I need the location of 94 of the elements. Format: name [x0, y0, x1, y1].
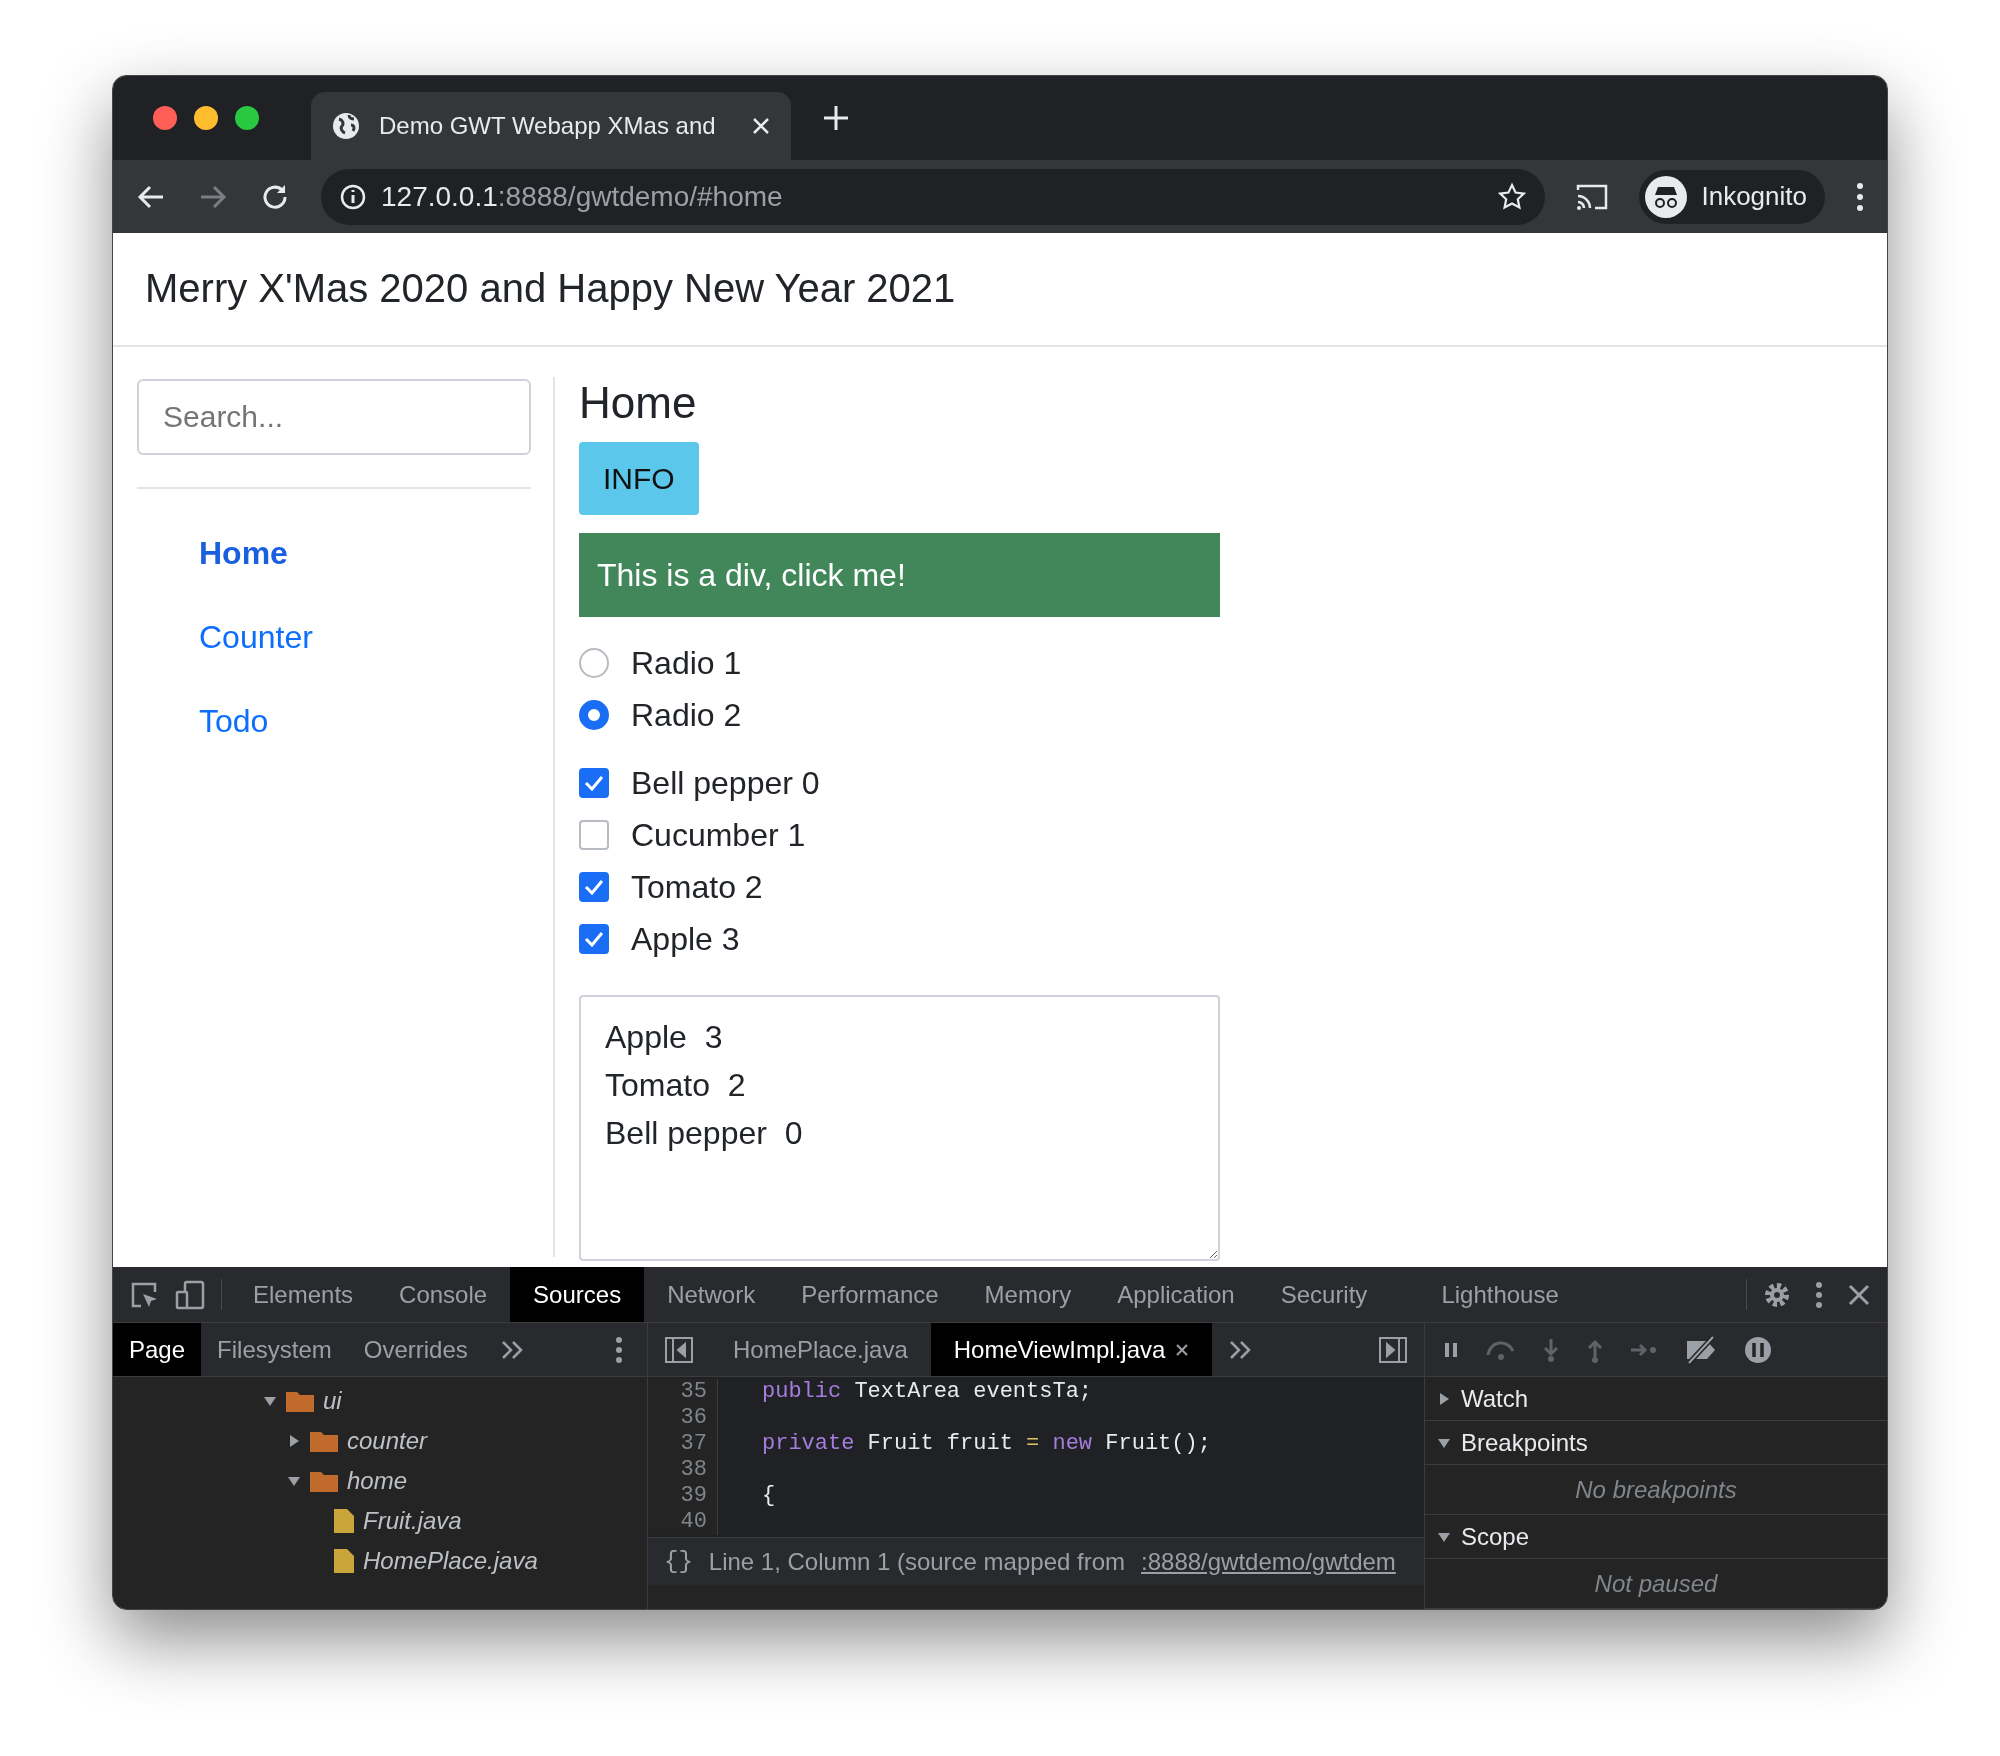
- editor-tab[interactable]: HomePlace.java: [710, 1323, 931, 1376]
- maximize-window-icon[interactable]: [235, 106, 259, 130]
- devtools-tab[interactable]: Application: [1094, 1267, 1258, 1322]
- browser-tab[interactable]: Demo GWT Webapp XMas and: [311, 92, 791, 160]
- line-number: 35: [648, 1379, 718, 1405]
- code-line: public TextArea eventsTa;: [761, 1379, 1093, 1405]
- line-number: 40: [648, 1509, 718, 1535]
- url-text: 127.0.0.1:8888/gwtdemo/#home: [381, 179, 784, 214]
- devtools-tab[interactable]: Elements: [230, 1267, 377, 1322]
- navigator-tab[interactable]: Filesystem: [201, 1323, 348, 1376]
- devtools-tab[interactable]: Performance: [778, 1267, 962, 1322]
- folder-icon: [309, 1469, 339, 1493]
- line-number: 39: [648, 1483, 718, 1509]
- folder-icon: [285, 1389, 315, 1413]
- folder-icon: [309, 1429, 339, 1453]
- nav-link[interactable]: Todo: [137, 679, 553, 763]
- code-line: private Fruit fruit = new Fruit();: [761, 1431, 1211, 1457]
- devtools-tab[interactable]: Console: [376, 1267, 511, 1322]
- close-icon[interactable]: [1175, 1342, 1190, 1357]
- minimize-window-icon[interactable]: [194, 106, 218, 130]
- close-icon[interactable]: [1847, 1282, 1871, 1307]
- checkbox[interactable]: [579, 871, 609, 902]
- checkbox-label: Bell pepper 0: [631, 763, 820, 803]
- radio-label: Radio 1: [631, 643, 742, 683]
- tree-item[interactable]: Fruit.java: [363, 1503, 462, 1539]
- incognito-icon: [1645, 175, 1688, 218]
- file-icon: [333, 1508, 355, 1534]
- pause-on-exceptions-icon[interactable]: [1743, 1334, 1773, 1365]
- globe-icon: [331, 111, 361, 141]
- tree-item[interactable]: ui: [323, 1383, 342, 1419]
- info-button[interactable]: INFO: [579, 441, 699, 515]
- tree-item[interactable]: counter: [347, 1423, 428, 1459]
- page-heading: Home: [579, 377, 698, 429]
- info-icon[interactable]: [339, 182, 367, 211]
- sidebar-section-header[interactable]: Breakpoints: [1425, 1421, 1887, 1465]
- line-number: 38: [648, 1457, 718, 1483]
- devtools-tab[interactable]: Security: [1257, 1267, 1391, 1322]
- step-into-icon[interactable]: [1541, 1336, 1561, 1363]
- radio-label: Radio 2: [631, 695, 742, 735]
- empty-state-text: No breakpoints: [1425, 1465, 1887, 1515]
- navigator-tab[interactable]: Overrides: [347, 1323, 484, 1376]
- checkbox[interactable]: [579, 819, 609, 850]
- navigator-tab[interactable]: Page: [113, 1323, 202, 1376]
- collapsed-triangle-icon[interactable]: [1437, 1391, 1451, 1406]
- tab-title: Demo GWT Webapp XMas and: [379, 111, 717, 141]
- toggle-navigator-icon[interactable]: [664, 1335, 694, 1364]
- expanded-triangle-icon[interactable]: [287, 1474, 301, 1488]
- checkbox-label: Tomato 2: [631, 867, 763, 907]
- status-text: Line 1, Column 1 (source mapped from: [708, 1546, 1125, 1577]
- sidebar-section-header[interactable]: Watch: [1425, 1377, 1887, 1421]
- checkbox-label: Cucumber 1: [631, 815, 806, 855]
- line-number: 36: [648, 1405, 718, 1431]
- devtools-tab[interactable]: Memory: [961, 1267, 1095, 1322]
- search-field[interactable]: Search...: [137, 379, 531, 455]
- expanded-triangle-icon[interactable]: [263, 1394, 277, 1408]
- profile-button[interactable]: Inkognito: [1639, 169, 1825, 224]
- code-line: {: [761, 1483, 776, 1509]
- file-icon: [333, 1548, 355, 1574]
- checkmark-icon: [584, 930, 604, 947]
- address-bar[interactable]: 127.0.0.1:8888/gwtdemo/#home: [321, 168, 1546, 225]
- radio-button[interactable]: [579, 647, 609, 678]
- star-icon[interactable]: [1497, 181, 1528, 212]
- checkbox[interactable]: [579, 767, 609, 798]
- checkbox-label: Apple 3: [631, 919, 740, 959]
- collapsed-triangle-icon[interactable]: [287, 1434, 301, 1448]
- nav-link[interactable]: Home: [137, 511, 553, 595]
- radio-button[interactable]: [579, 699, 609, 730]
- tree-item[interactable]: home: [347, 1463, 408, 1499]
- devtools-tab[interactable]: Sources: [510, 1267, 645, 1322]
- close-window-icon[interactable]: [153, 106, 177, 130]
- menu-icon[interactable]: [1855, 180, 1865, 213]
- line-number: 37: [648, 1431, 718, 1457]
- checkbox[interactable]: [579, 923, 609, 954]
- devtools-tab[interactable]: Lighthouse: [1418, 1267, 1582, 1322]
- toggle-debugger-icon[interactable]: [1378, 1335, 1408, 1364]
- device-toolbar-icon[interactable]: [175, 1279, 205, 1310]
- editor-tab[interactable]: HomeViewImpl.java: [930, 1323, 1213, 1376]
- tree-item[interactable]: HomePlace.java: [363, 1543, 538, 1579]
- devtools-tab[interactable]: Network: [644, 1267, 779, 1322]
- more-options-icon[interactable]: [615, 1335, 623, 1364]
- pretty-print-button[interactable]: {}: [664, 1543, 693, 1580]
- settings-icon[interactable]: [1763, 1280, 1791, 1309]
- events-text-area[interactable]: Apple 3 Tomato 2 Bell pepper 0: [579, 994, 1220, 1261]
- nav-link[interactable]: Counter: [137, 595, 553, 679]
- new-tab-icon[interactable]: [821, 103, 851, 133]
- clickable-banner[interactable]: This is a div, click me!: [579, 532, 1220, 617]
- page-title: Merry X'Mas 2020 and Happy New Year 2021: [113, 233, 1887, 347]
- empty-state-text: Not paused: [1425, 1559, 1887, 1609]
- more-options-icon[interactable]: [1815, 1280, 1823, 1309]
- sidebar-section-header[interactable]: Scope: [1425, 1515, 1887, 1559]
- source-map-link[interactable]: :8888/gwtdemo/gwtdem: [1141, 1543, 1396, 1580]
- step-over-icon[interactable]: [1485, 1338, 1517, 1361]
- checkmark-icon: [584, 774, 604, 791]
- checkmark-icon: [584, 878, 604, 895]
